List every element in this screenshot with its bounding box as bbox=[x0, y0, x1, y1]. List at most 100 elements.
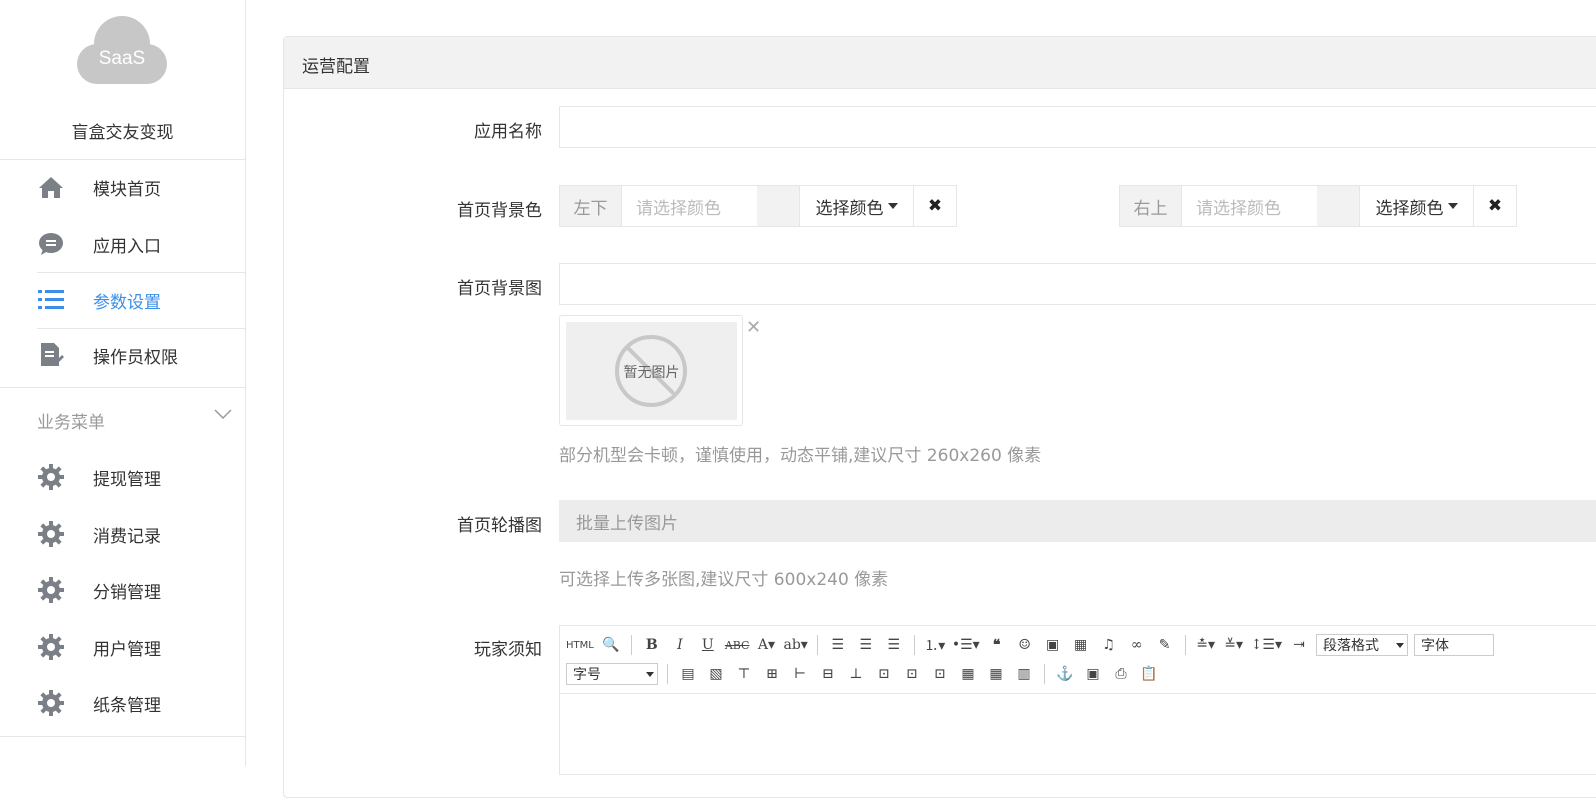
divider bbox=[0, 736, 245, 737]
font-size-select[interactable]: 字号 bbox=[566, 663, 658, 685]
underline-icon[interactable]: U bbox=[697, 634, 719, 656]
remove-image-icon[interactable]: ✕ bbox=[746, 317, 761, 338]
editor-toolbar-row-1: HTML 🔍 B I U ABC A▾ ab▾ ☰ ☰ ☰ ⒈▾ •☰▾ ❝ ☺… bbox=[566, 632, 1494, 658]
table-properties-icon[interactable]: ▧ bbox=[705, 663, 727, 685]
font-family-value: 字体 bbox=[1420, 638, 1449, 654]
chat-icon bbox=[38, 231, 64, 257]
sidebar-item-entry[interactable]: 应用入口 bbox=[0, 224, 245, 264]
image-icon[interactable]: ▣ bbox=[1042, 634, 1064, 656]
paragraph-spacing-bottom-icon[interactable]: ≚▾ bbox=[1223, 634, 1245, 656]
choose-color-label: 选择颜色 bbox=[1375, 198, 1444, 219]
line-height-icon[interactable]: ↕☰▾ bbox=[1251, 634, 1282, 656]
color-picker-top-right: 右上 请选择颜色 选择颜色 ✖ bbox=[1119, 185, 1517, 227]
insert-column-icon[interactable]: ⊢ bbox=[789, 663, 811, 685]
editor-content-area[interactable] bbox=[560, 693, 1596, 774]
color-prefix: 左下 bbox=[560, 186, 622, 226]
paragraph-format-select[interactable]: 段落格式 bbox=[1315, 634, 1408, 656]
divider bbox=[0, 387, 245, 388]
preview-icon[interactable]: 🔍 bbox=[600, 634, 622, 656]
emoji-icon[interactable]: ☺ bbox=[1014, 634, 1036, 656]
notice-label: 玩家须知 bbox=[474, 640, 542, 660]
split-cells-icon[interactable]: ▦ bbox=[957, 663, 979, 685]
sidebar-item-consumption[interactable]: 消费记录 bbox=[0, 514, 245, 554]
carousel-label: 首页轮播图 bbox=[457, 516, 542, 536]
insert-table-icon[interactable]: ▤ bbox=[677, 663, 699, 685]
insert-title-row-icon[interactable]: ⊤ bbox=[733, 663, 755, 685]
app-name-input[interactable] bbox=[559, 106, 1596, 148]
close-icon: ✖ bbox=[927, 196, 943, 216]
bold-icon[interactable]: B bbox=[641, 634, 663, 656]
bg-image-thumbnail[interactable]: 暂无图片 bbox=[559, 315, 743, 426]
menu-group-title[interactable]: 业务菜单 bbox=[37, 408, 105, 433]
merge-right-icon[interactable]: ⊡ bbox=[901, 663, 923, 685]
gear-icon bbox=[38, 577, 64, 603]
color-input[interactable]: 请选择颜色 bbox=[1182, 186, 1317, 226]
paragraph-spacing-top-icon[interactable]: ≛▾ bbox=[1195, 634, 1217, 656]
sidebar-item-withdraw[interactable]: 提现管理 bbox=[0, 457, 245, 497]
choose-color-button[interactable]: 选择颜色 bbox=[799, 186, 914, 226]
font-size-value: 字号 bbox=[573, 667, 601, 683]
delete-row-icon[interactable]: ⊟ bbox=[817, 663, 839, 685]
highlight-icon[interactable]: ab▾ bbox=[783, 634, 807, 656]
link-icon[interactable]: ∞ bbox=[1126, 634, 1148, 656]
strikethrough-icon[interactable]: ABC bbox=[725, 634, 750, 656]
chevron-down-icon[interactable] bbox=[214, 405, 232, 424]
paragraph-format-value: 段落格式 bbox=[1322, 638, 1379, 654]
merge-down-icon[interactable]: ⊡ bbox=[929, 663, 951, 685]
saas-logo: SaaS bbox=[75, 14, 169, 86]
editor-toolbar-row-2: 字号 ▤ ▧ ⊤ ⊞ ⊢ ⊟ ⊥ ⊡ ⊡ ⊡ ▦ ▦ ▥ ⚓ ▣ ⎙ 📋 bbox=[566, 661, 1160, 687]
sidebar-item-distribution[interactable]: 分销管理 bbox=[0, 570, 245, 610]
bg-image-input[interactable] bbox=[559, 263, 1596, 305]
panel-header: 运营配置 bbox=[284, 37, 1596, 89]
delete-column-icon[interactable]: ⊥ bbox=[845, 663, 867, 685]
paste-icon[interactable]: 📋 bbox=[1138, 663, 1160, 685]
split-rows-icon[interactable]: ▦ bbox=[985, 663, 1007, 685]
list-icon bbox=[38, 287, 64, 313]
color-input[interactable]: 请选择颜色 bbox=[622, 186, 757, 226]
unordered-list-icon[interactable]: •☰▾ bbox=[952, 634, 980, 656]
toolbar-divider bbox=[667, 664, 668, 684]
print-icon[interactable]: ⎙ bbox=[1110, 663, 1132, 685]
carousel-hint: 可选择上传多张图,建议尺寸 600x240 像素 bbox=[559, 570, 889, 590]
home-icon bbox=[38, 174, 64, 200]
clear-color-button[interactable]: ✖ bbox=[1474, 186, 1516, 226]
video-icon[interactable]: ▦ bbox=[1070, 634, 1092, 656]
eraser-icon[interactable]: ✎ bbox=[1154, 634, 1176, 656]
music-icon[interactable]: ♫ bbox=[1098, 634, 1120, 656]
divider bbox=[37, 328, 245, 329]
sidebar-item-settings[interactable]: 参数设置 bbox=[0, 280, 245, 320]
font-color-icon[interactable]: A▾ bbox=[755, 634, 777, 656]
align-left-icon[interactable]: ☰ bbox=[827, 634, 849, 656]
blockquote-icon[interactable]: ❝ bbox=[986, 634, 1008, 656]
align-center-icon[interactable]: ☰ bbox=[855, 634, 877, 656]
insert-row-icon[interactable]: ⊞ bbox=[761, 663, 783, 685]
merge-cells-icon[interactable]: ⊡ bbox=[873, 663, 895, 685]
indent-icon[interactable]: ⇥ bbox=[1288, 634, 1310, 656]
color-swatch bbox=[1317, 186, 1359, 226]
sidebar-item-operator-permission[interactable]: 操作员权限 bbox=[0, 335, 245, 375]
no-image-text: 暂无图片 bbox=[623, 365, 680, 381]
sidebar-item-label: 分销管理 bbox=[93, 582, 161, 603]
sidebar-item-users[interactable]: 用户管理 bbox=[0, 627, 245, 667]
panel-title: 运营配置 bbox=[302, 57, 370, 77]
ordered-list-icon[interactable]: ⒈▾ bbox=[924, 634, 946, 656]
sidebar-item-notes[interactable]: 纸条管理 bbox=[0, 683, 245, 723]
chevron-down-icon bbox=[646, 672, 654, 677]
bg-image-label: 首页背景图 bbox=[457, 279, 542, 299]
sidebar-item-label: 用户管理 bbox=[93, 639, 161, 660]
split-columns-icon[interactable]: ▥ bbox=[1013, 663, 1035, 685]
toolbar-divider bbox=[913, 635, 915, 655]
batch-upload-button[interactable]: 批量上传图片 bbox=[559, 500, 1596, 542]
toolbar-divider bbox=[630, 635, 632, 655]
template-icon[interactable]: ▣ bbox=[1082, 663, 1104, 685]
font-family-select[interactable]: 字体 bbox=[1413, 634, 1494, 656]
clear-color-button[interactable]: ✖ bbox=[914, 186, 956, 226]
sidebar-item-home[interactable]: 模块首页 bbox=[0, 167, 245, 207]
italic-icon[interactable]: I bbox=[669, 634, 691, 656]
sidebar-item-label: 模块首页 bbox=[93, 179, 161, 200]
html-source-button[interactable]: HTML bbox=[566, 634, 594, 656]
choose-color-button[interactable]: 选择颜色 bbox=[1359, 186, 1474, 226]
anchor-icon[interactable]: ⚓ bbox=[1054, 663, 1076, 685]
align-right-icon[interactable]: ☰ bbox=[883, 634, 905, 656]
color-swatch bbox=[757, 186, 799, 226]
